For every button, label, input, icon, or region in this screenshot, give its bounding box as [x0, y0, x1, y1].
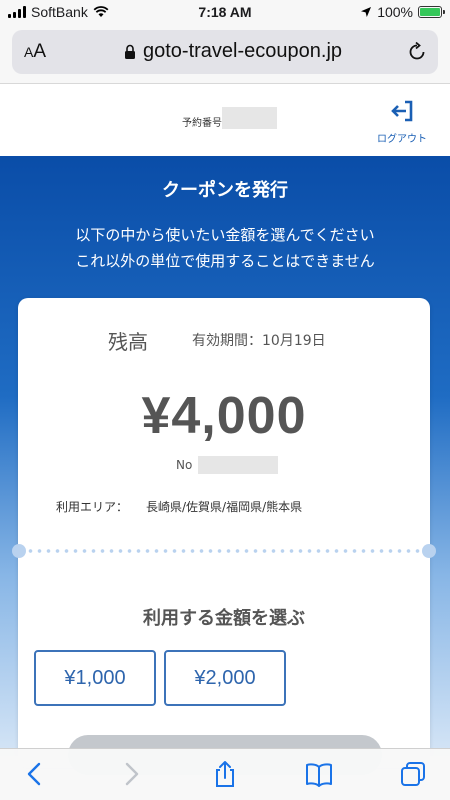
- balance-amount: ¥4,000: [141, 387, 307, 445]
- lock-icon: [125, 44, 135, 59]
- logout-icon: [391, 100, 413, 122]
- location-icon: [361, 7, 372, 17]
- coupon-card: 残高 有効期間：10月19日 ¥4,000 No 利用エリア： 長崎県/佐賀県/福…: [12, 298, 436, 775]
- booking-number-redacted: [222, 107, 277, 129]
- url-text: goto-travel-ecoupon.jp: [143, 40, 343, 62]
- share-icon[interactable]: [210, 759, 240, 789]
- balance-label: 残高: [108, 330, 148, 354]
- usage-area-label: 利用エリア：: [56, 500, 129, 514]
- battery-percent: 100%: [377, 4, 413, 20]
- status-bar: SoftBank 7:18 AM 100%: [0, 0, 450, 26]
- coupon-number-label: No: [176, 458, 193, 472]
- expiry-date: 有効期間：10月19日: [192, 333, 326, 349]
- logout-button[interactable]: ログアウト: [370, 98, 434, 145]
- usage-area: 利用エリア： 長崎県/佐賀県/福岡県/熊本県: [56, 498, 302, 515]
- battery-icon: [418, 6, 445, 18]
- instruction-line-2: これ以外の単位で使用することはできません: [75, 252, 375, 270]
- logout-label: ログアウト: [377, 134, 427, 145]
- perforation-divider: [12, 544, 436, 558]
- reload-icon[interactable]: [406, 41, 428, 63]
- amount-option-2000[interactable]: ¥2,000: [164, 650, 286, 706]
- page-title: クーポンを発行: [162, 180, 288, 201]
- address-bar[interactable]: AA goto-travel-ecoupon.jp: [12, 30, 438, 74]
- browser-address-area: AA goto-travel-ecoupon.jp: [0, 26, 450, 84]
- back-icon[interactable]: [20, 759, 50, 789]
- booking-number-label: 予約番号: [182, 118, 222, 129]
- usage-area-value: 長崎県/佐賀県/福岡県/熊本県: [146, 500, 303, 514]
- select-amount-title: 利用する金額を選ぶ: [143, 608, 305, 629]
- page-header: 予約番号 ログアウト: [0, 84, 450, 156]
- tabs-icon[interactable]: [398, 759, 428, 789]
- coupon-number-redacted: [198, 456, 278, 474]
- forward-icon[interactable]: [116, 759, 146, 789]
- bookmarks-icon[interactable]: [304, 759, 334, 789]
- instructions: 以下の中から使いたい金額を選んでください これ以外の単位で使用することはできませ…: [0, 222, 450, 274]
- instruction-line-1: 以下の中から使いたい金額を選んでください: [75, 226, 375, 244]
- amount-option-1000[interactable]: ¥1,000: [34, 650, 156, 706]
- text-size-button[interactable]: AA: [24, 41, 46, 63]
- browser-toolbar: [0, 748, 450, 800]
